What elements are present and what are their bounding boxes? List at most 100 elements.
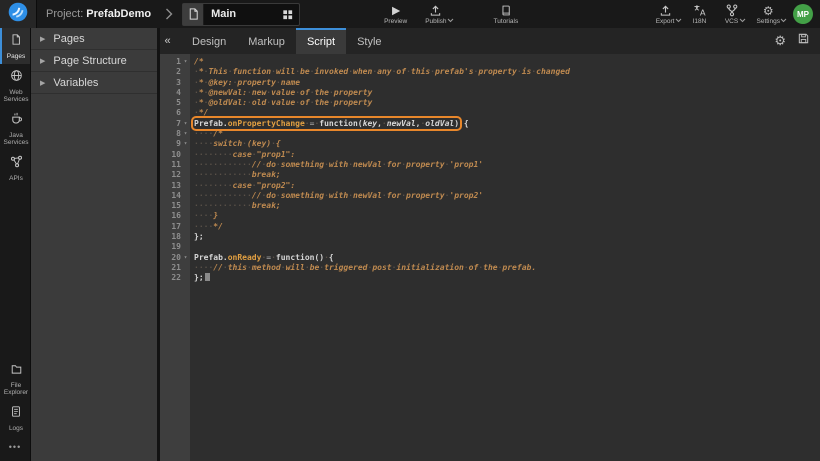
gutter-line[interactable]: 19 [160,242,190,252]
gutter-line[interactable]: 1▾ [160,57,190,67]
code-line[interactable]: ····/* [194,129,820,139]
gutter-line[interactable]: 12 [160,170,190,180]
code-line[interactable]: ····*/ [194,222,820,232]
gutter-line[interactable]: 22 [160,273,190,283]
page-grid-icon[interactable] [281,8,294,21]
left-icon-rail: PagesWeb ServicesJava ServicesAPIs File … [0,28,30,461]
code-line[interactable] [194,242,820,252]
gutter-line[interactable]: 16 [160,211,190,221]
code-line[interactable]: Prefab.onPropertyChange·=·function(key,·… [194,119,820,129]
gutter-line[interactable]: 20▾ [160,253,190,263]
project-name: PrefabDemo [86,8,151,20]
vcs-button[interactable]: VCS [725,4,739,25]
expand-caret-icon: ▶ [40,79,45,87]
user-avatar[interactable]: MP [793,4,813,24]
line-number: 22 [171,273,181,283]
gutter-line[interactable]: 14 [160,191,190,201]
gutter-line[interactable]: 4 [160,88,190,98]
code-line[interactable]: }; [194,273,820,283]
code-line[interactable]: ·*·@oldVal:·old·value·of·the·property [194,98,820,108]
preview-button[interactable]: Preview [384,4,407,25]
line-number: 4 [176,88,181,98]
code-line[interactable]: ·*·@newVal:·new·value·of·the·property [194,88,820,98]
app-logo-button[interactable] [0,0,37,28]
collapse-panel-icon[interactable]: « [161,28,174,54]
gutter-line[interactable]: 3 [160,78,190,88]
code-line[interactable]: ············break; [194,201,820,211]
fold-arrow-icon[interactable]: ▾ [181,57,190,67]
gutter-line[interactable]: 21 [160,263,190,273]
gutter-line[interactable]: 2 [160,67,190,77]
tab-style[interactable]: Style [346,28,392,54]
code-line[interactable]: /* [194,57,820,67]
gutter-line[interactable]: 18 [160,232,190,242]
script-editor[interactable]: 1▾234567▾8▾9▾1011121314151617181920▾2122… [160,54,820,461]
code-line[interactable]: ············//·do·something·with·newVal·… [194,191,820,201]
fold-arrow-icon[interactable]: ▾ [181,129,190,139]
rail-item-web-services[interactable]: Web Services [0,64,30,107]
topbar-right-actions: Export AI18N VCS ⚙Settings MP [647,4,820,25]
project-breadcrumb: Project:PrefabDemo [46,8,151,20]
editor-settings-gear-icon[interactable]: ⚙ [774,35,786,47]
tab-markup[interactable]: Markup [237,28,296,54]
code-line[interactable]: ········case·"prop2": [194,181,820,191]
editor-region: « DesignMarkupScriptStyle ⚙ 1▾234567▾8▾9… [160,28,820,461]
i18n-button[interactable]: AI18N [693,4,707,25]
wavemaker-studio: Project:PrefabDemo Main Preview Publish Tu… [0,0,820,461]
more-options-button[interactable]: ••• [0,436,30,461]
panel-section-label: Pages [53,33,84,45]
current-page-name: Main [204,8,281,20]
tutorials-label: Tutorials [494,18,519,25]
gutter-line[interactable]: 9▾ [160,139,190,149]
gutter-line[interactable]: 6 [160,108,190,118]
gutter-line[interactable]: 8▾ [160,129,190,139]
rail-item-file-explorer[interactable]: File Explorer [0,357,30,400]
code-line[interactable]: Prefab.onReady·=·function()·{ [194,253,820,263]
rail-item-pages[interactable]: Pages [0,28,30,64]
text-cursor [205,273,210,281]
tab-design[interactable]: Design [181,28,237,54]
gutter-line[interactable]: 10 [160,150,190,160]
preview-label: Preview [384,18,407,25]
page-selector-dropdown[interactable]: Main [182,3,300,26]
export-button[interactable]: Export [656,4,675,25]
code-line[interactable]: ·*·@key:·property·name [194,78,820,88]
tutorials-button[interactable]: Tutorials [494,4,519,25]
save-icon[interactable] [797,32,810,50]
panel-section-variables[interactable]: ▶ Variables [31,72,157,94]
panel-section-pages[interactable]: ▶Pages [31,28,157,50]
code-area[interactable]: /*·*·This·function·will·be·invoked·when·… [190,54,820,461]
fold-arrow-icon[interactable]: ▾ [181,119,190,129]
code-line[interactable]: ·*/ [194,108,820,118]
logs-icon [10,405,22,423]
settings-label: Settings [757,18,781,25]
fold-arrow-icon[interactable]: ▾ [181,139,190,149]
gutter-line[interactable]: 11 [160,160,190,170]
page-file-icon [183,4,204,25]
gutter-line[interactable]: 7▾ [160,119,190,129]
code-line[interactable]: ············//·do·something·with·newVal·… [194,160,820,170]
code-line[interactable]: ············break; [194,170,820,180]
tutorials-icon [500,4,512,17]
code-line[interactable]: ·*·This·function·will·be·invoked·when·an… [194,67,820,77]
line-number: 14 [171,191,181,201]
settings-button[interactable]: ⚙Settings [757,4,781,25]
line-number: 2 [176,67,181,77]
code-line[interactable]: ····} [194,211,820,221]
gutter-line[interactable]: 13 [160,181,190,191]
panel-section-label: Variables [53,77,98,89]
gutter-line[interactable]: 17 [160,222,190,232]
fold-arrow-icon[interactable]: ▾ [181,253,190,263]
code-line[interactable]: }; [194,232,820,242]
tab-script[interactable]: Script [296,28,346,54]
rail-item-apis[interactable]: APIs [0,150,30,186]
gutter-line[interactable]: 5 [160,98,190,108]
gutter-line[interactable]: 15 [160,201,190,211]
code-line[interactable]: ········case·"prop1": [194,150,820,160]
panel-section-page-structure[interactable]: ▶Page Structure [31,50,157,72]
rail-item-logs[interactable]: Logs [0,400,30,436]
code-line[interactable]: ····//·this·method·will·be·triggered·pos… [194,263,820,273]
rail-item-java-services[interactable]: Java Services [0,107,30,150]
code-line[interactable]: ····switch·(key)·{ [194,139,820,149]
publish-button[interactable]: Publish [425,4,446,25]
